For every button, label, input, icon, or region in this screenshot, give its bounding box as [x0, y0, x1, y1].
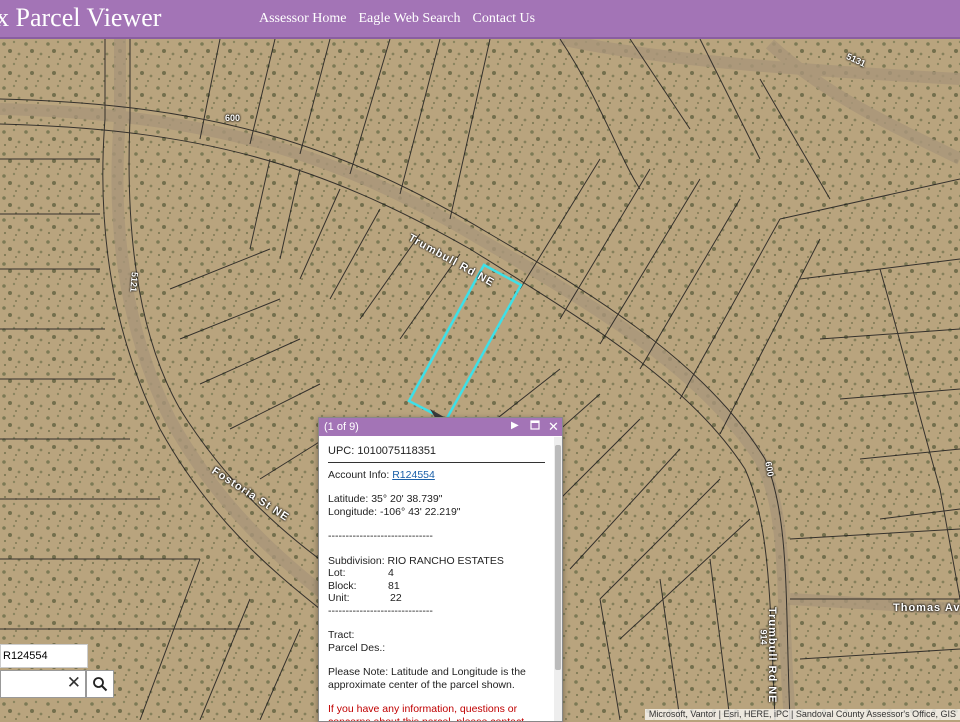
- search-button[interactable]: [86, 670, 114, 698]
- lot-row: Lot: 4: [328, 567, 394, 579]
- address-number-label: 600: [225, 113, 241, 123]
- top-nav: Assessor Home Eagle Web Search Contact U…: [259, 11, 535, 27]
- parcel-des-text: Parcel Des.:: [328, 641, 386, 654]
- separator: ------------------------------: [328, 604, 433, 617]
- separator: ------------------------------: [328, 530, 433, 542]
- unit-row: Unit: 22: [328, 592, 402, 604]
- road-label-thomas: Thomas Av: [893, 602, 960, 614]
- clear-search-icon[interactable]: ✕: [67, 673, 81, 693]
- scroll-thumb[interactable]: [555, 445, 561, 670]
- account-link[interactable]: R124554: [392, 469, 435, 481]
- nav-assessor-home[interactable]: Assessor Home: [259, 11, 347, 27]
- popup-content: UPC: 1010075118351 Account Info: R124554…: [319, 437, 554, 721]
- contact-note: If you have any information, questions o…: [328, 703, 524, 721]
- unit-value: 22: [390, 592, 402, 604]
- tract-text: Tract:: [328, 629, 355, 641]
- lat-long-note: Please Note: Latitude and Longitude is t…: [328, 666, 526, 691]
- block-value: 81: [388, 579, 400, 592]
- road-label-trumbull-right: Trumbull Rd NE: [766, 607, 778, 704]
- block-row: Block: 81: [328, 579, 400, 592]
- search-icon: [93, 677, 108, 692]
- close-icon[interactable]: ✕: [548, 419, 559, 435]
- popup-scrollbar[interactable]: [554, 437, 562, 721]
- nav-contact-us[interactable]: Contact Us: [473, 11, 536, 27]
- lot-value: 4: [388, 567, 394, 579]
- longitude-text: Longitude: -106° 43' 22.219": [328, 505, 461, 518]
- subdivision-text: Subdivision: RIO RANCHO ESTATES: [328, 554, 504, 567]
- next-feature-icon[interactable]: ▶: [511, 420, 519, 431]
- account-info-row: Account Info: R124554: [328, 469, 545, 482]
- account-info-label: Account Info:: [328, 468, 390, 481]
- divider: [328, 461, 545, 463]
- popup-feature-count: (1 of 9): [324, 421, 359, 433]
- parcel-info-popup: (1 of 9) ▶ ✕ UPC: 1010075118351 Account …: [318, 417, 563, 722]
- nav-eagle-web-search[interactable]: Eagle Web Search: [359, 11, 461, 27]
- address-number-label: 5121: [128, 271, 140, 293]
- address-number-label: 914: [758, 629, 769, 645]
- latitude-text: Latitude: 35° 20' 38.739": [328, 493, 443, 505]
- upc-text: UPC: 1010075118351: [328, 445, 437, 457]
- search-input[interactable]: ✕: [0, 670, 86, 698]
- search-suggestion[interactable]: R124554: [0, 644, 88, 668]
- map-attribution: Microsoft, Vantor | Esri, HERE, iPC | Sa…: [644, 709, 960, 720]
- app-header: x Parcel Viewer Assessor Home Eagle Web …: [0, 0, 960, 39]
- app-title: x Parcel Viewer: [0, 3, 162, 32]
- popup-header: (1 of 9) ▶ ✕: [319, 418, 562, 436]
- maximize-icon[interactable]: [530, 420, 540, 433]
